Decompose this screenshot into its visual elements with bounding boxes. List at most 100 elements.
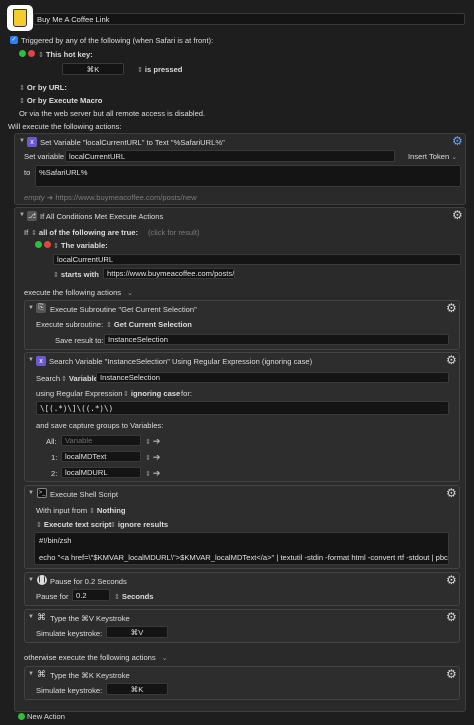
if-action-icon: ⎇	[27, 211, 37, 221]
save-result-label: Save result to:	[55, 336, 104, 345]
capture-1-field[interactable]: localMDText	[61, 451, 141, 462]
starts-with-field[interactable]: https://www.buymeacoffee.com/posts/	[103, 268, 235, 279]
execute-type-popup[interactable]: ⇕ Execute text script	[36, 520, 111, 529]
capture-all-field[interactable]: Variable	[61, 435, 141, 446]
disclosure-triangle-icon[interactable]: ▼	[28, 357, 34, 363]
text-value-field[interactable]: %SafariURL%	[35, 165, 461, 187]
capture-row-label: 1:	[51, 453, 58, 462]
starts-with-popup[interactable]: ⇕ starts with	[53, 270, 99, 279]
click-for-result[interactable]: (click for result)	[148, 228, 199, 237]
execute-following-label[interactable]: execute the following actions ⌄	[24, 288, 133, 297]
chevron-updown-icon: ⇕	[38, 51, 44, 59]
macro-icon	[7, 5, 33, 31]
condition-variable-field[interactable]: localCurrentURL	[53, 254, 461, 265]
chevron-updown-icon: ⇕	[31, 229, 37, 237]
chevron-updown-icon: ⇕	[89, 507, 95, 515]
disclosure-triangle-icon[interactable]: ▼	[28, 614, 34, 620]
capture-groups-label: and save capture groups to Variables:	[36, 421, 164, 430]
gear-icon[interactable]: ⚙	[446, 354, 457, 366]
disclosure-triangle-icon[interactable]: ▼	[28, 577, 34, 583]
pause-unit-popup[interactable]: ⇕ Seconds	[114, 592, 154, 601]
remove-condition-icon[interactable]	[44, 241, 51, 248]
for-label: for:	[181, 389, 192, 398]
capture-2-field[interactable]: localMDURL	[61, 467, 141, 478]
simulate-keystroke-label: Simulate keystroke:	[36, 686, 103, 695]
triggered-checkbox[interactable]: ✓	[10, 36, 18, 44]
gear-icon[interactable]: ⚙	[446, 611, 457, 623]
chevron-updown-icon: ⇕	[53, 271, 59, 279]
macro-name-field[interactable]: Buy Me A Coffee Link	[33, 13, 465, 25]
ignoring-case-popup[interactable]: ⇕ ignoring case	[123, 389, 180, 398]
action-title: Execute Shell Script	[50, 490, 118, 499]
exec-subroutine-label: Execute subroutine:	[36, 320, 104, 329]
simulate-keystroke-label: Simulate keystroke:	[36, 629, 103, 638]
search-type-popup[interactable]: ⇕ Variable	[61, 374, 98, 383]
input-source-popup[interactable]: ⇕ Nothing	[89, 506, 126, 515]
disclosure-triangle-icon[interactable]: ▼	[28, 490, 34, 496]
action-title: If All Conditions Met Execute Actions	[40, 212, 164, 221]
will-execute-label: Will execute the following actions:	[8, 122, 122, 131]
disclosure-triangle-icon[interactable]: ▼	[28, 671, 34, 677]
chevron-updown-icon: ⇕	[123, 390, 129, 398]
save-result-field[interactable]: InstanceSelection	[104, 334, 449, 345]
hotkey-mode-popup[interactable]: ⇕ is pressed	[137, 65, 182, 74]
all-conditions-popup[interactable]: ⇕ all of the following are true:	[31, 228, 138, 237]
disclosure-triangle-icon[interactable]: ▼	[28, 305, 34, 311]
results-handling-popup[interactable]: ⇕ ignore results	[110, 520, 168, 529]
capture-all-popup[interactable]: ⇕ ➔	[145, 436, 160, 447]
if-label: If	[24, 228, 29, 237]
preview-line: empty ➜ https://www.buymeacoffee.com/pos…	[24, 193, 197, 202]
execute-macro-trigger-popup[interactable]: ⇕ Or by Execute Macro	[19, 96, 102, 105]
remove-trigger-icon[interactable]	[28, 50, 35, 57]
variable-name-field[interactable]: localCurrentURL	[65, 150, 395, 162]
keystroke-field[interactable]: ⌘K	[106, 683, 168, 695]
pause-icon: ❙❙	[37, 575, 48, 585]
gear-icon[interactable]: ⚙	[446, 487, 457, 499]
chevron-updown-icon: ⇕	[145, 454, 151, 462]
add-condition-icon[interactable]	[35, 241, 42, 248]
chevron-updown-icon: ⇕	[145, 438, 151, 446]
capture-1-popup[interactable]: ⇕ ➔	[145, 452, 160, 463]
gear-icon[interactable]: ⚙	[446, 574, 457, 586]
otherwise-execute-label[interactable]: otherwise execute the following actions …	[24, 653, 168, 662]
search-variable-field[interactable]: InstanceSelection	[96, 372, 449, 383]
disclosure-triangle-icon[interactable]: ▼	[19, 212, 25, 218]
gear-icon[interactable]: ⚙	[446, 668, 457, 680]
input-from-label: With input from	[36, 506, 88, 515]
url-trigger-popup[interactable]: ⇕ Or by URL:	[19, 83, 67, 92]
add-trigger-icon[interactable]	[19, 50, 26, 57]
action-title: Search Variable "InstanceSelection" Usin…	[49, 357, 313, 366]
action-title: Execute Subroutine "Get Current Selectio…	[50, 305, 197, 314]
chevron-updown-icon: ⇕	[19, 84, 25, 92]
new-action-button[interactable]: New Action	[18, 712, 65, 721]
keystroke-field[interactable]: ⌘V	[106, 626, 168, 638]
subroutine-popup[interactable]: ⇕ Get Current Selection	[106, 320, 192, 329]
script-text-area[interactable]: #!/bin/zsh echo "<a href=\"$KMVAR_localM…	[34, 532, 449, 565]
gear-icon[interactable]: ⚙	[452, 135, 463, 147]
chevron-down-icon: ⌄	[451, 153, 458, 161]
hotkey-field[interactable]: ⌘K	[62, 63, 124, 75]
chevron-updown-icon: ⇕	[61, 375, 67, 383]
action-title: Set Variable "localCurrentURL" to Text "…	[40, 138, 225, 147]
pause-for-label: Pause for	[36, 592, 69, 601]
pause-duration-field[interactable]: 0.2	[72, 589, 110, 601]
webserver-note: Or via the web server but all remote acc…	[19, 109, 206, 118]
chevron-updown-icon: ⇕	[53, 242, 59, 250]
capture-2-popup[interactable]: ⇕ ➔	[145, 468, 160, 479]
chevron-updown-icon: ⇕	[36, 521, 42, 529]
capture-row-label: All:	[46, 437, 57, 446]
arrow-right-icon: ➔	[152, 468, 161, 478]
chevron-updown-icon: ⇕	[137, 66, 143, 74]
insert-token-popup[interactable]: Insert Token ⌄	[408, 152, 457, 161]
script-line: echo "<a href=\"$KMVAR_localMDURL\">$KMV…	[39, 553, 449, 562]
condition-type-popup[interactable]: ⇕ The variable:	[53, 241, 108, 250]
command-key-icon: ⌘	[37, 612, 46, 622]
disclosure-triangle-icon[interactable]: ▼	[19, 138, 25, 144]
arrow-right-icon: ➔	[152, 436, 161, 446]
gear-icon[interactable]: ⚙	[452, 209, 463, 221]
regex-field[interactable]: \[(.*)\]\((.*)\)	[36, 401, 449, 415]
chevron-updown-icon: ⇕	[19, 97, 25, 105]
gear-icon[interactable]: ⚙	[446, 302, 457, 314]
arrow-right-icon: ➜	[46, 193, 54, 202]
hotkey-trigger-popup[interactable]: ⇕ This hot key:	[38, 50, 93, 59]
